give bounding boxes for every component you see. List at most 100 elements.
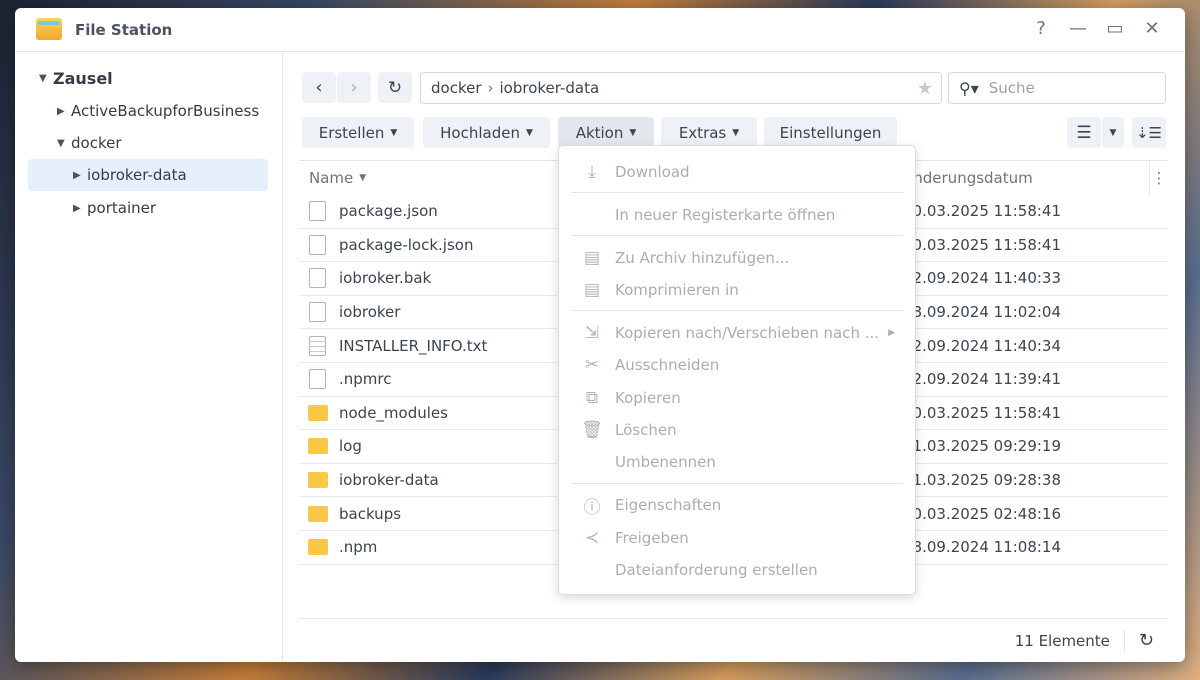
file-name: backups [339, 504, 402, 523]
share-icon: ≺ [584, 528, 600, 548]
tree-label: ActiveBackupforBusiness [71, 102, 260, 120]
menu-item-download[interactable]: ⤓ Download [559, 156, 915, 188]
folder-icon [308, 404, 328, 421]
menu-item-copy-move-to[interactable]: ⇲ Kopieren nach/Verschieben nach ... ▶ [559, 317, 915, 349]
menu-item-copy[interactable]: ⧉ Kopieren [559, 382, 915, 414]
menu-item-label: In neuer Registerkarte öffnen [615, 206, 836, 224]
folder-icon [308, 472, 328, 489]
menu-item-delete[interactable]: 🗑 Löschen [559, 414, 915, 446]
file-icon [309, 201, 326, 222]
window-title: File Station [75, 21, 173, 39]
expanded-caret-icon[interactable]: ▼ [57, 138, 71, 149]
tree-label: Zausel [53, 68, 113, 88]
close-button[interactable]: ✕ [1140, 18, 1164, 39]
tree-item-iobroker-data[interactable]: ▶ iobroker-data [28, 159, 268, 191]
breadcrumb-docker[interactable]: docker [431, 79, 482, 97]
back-button[interactable]: ‹ [302, 72, 336, 103]
collapsed-caret-icon[interactable]: ▶ [73, 170, 87, 181]
menu-item-label: Eigenschaften [615, 496, 722, 514]
menu-item-properties[interactable]: ⓘ Eigenschaften [559, 489, 915, 521]
menu-separator [571, 310, 903, 311]
file-station-icon [36, 18, 62, 40]
create-button[interactable]: Erstellen ▼ [302, 117, 414, 148]
file-icon [309, 302, 326, 323]
sort-caret-icon: ▼ [359, 173, 367, 183]
list-view-button[interactable]: ☰ [1067, 117, 1101, 148]
extras-button[interactable]: Extras ▼ [661, 117, 757, 148]
file-date: 12.09.2024 11:40:33 [903, 269, 1062, 288]
file-icon [309, 234, 326, 255]
menu-item-cut[interactable]: ✂ Ausschneiden [559, 349, 915, 381]
sort-button[interactable]: ⇣☰ [1132, 117, 1166, 148]
file-name: package.json [339, 202, 438, 221]
search-input[interactable]: ⚲▾ Suche [948, 72, 1166, 104]
header-label: Änderungsdatum [903, 169, 1033, 187]
menu-item-compress-to[interactable]: ▤ Komprimieren in [559, 274, 915, 306]
folder-icon [308, 438, 328, 455]
file-date: 12.09.2024 11:39:41 [903, 370, 1062, 389]
column-header-name[interactable]: Name ▼ [309, 161, 366, 195]
collapsed-caret-icon[interactable]: ▶ [73, 203, 87, 214]
path-bar[interactable]: docker › iobroker-data ★ [420, 72, 942, 104]
search-placeholder: Suche [988, 79, 1035, 97]
text-file-icon [309, 335, 326, 356]
menu-item-label: Löschen [615, 421, 677, 439]
menu-item-label: Kopieren [615, 389, 681, 407]
caret-down-icon: ▼ [732, 127, 740, 138]
header-label: Name [309, 169, 354, 187]
caret-down-icon: ▼ [525, 127, 533, 138]
search-icon[interactable]: ⚲▾ [959, 79, 979, 98]
tree-item-portainer[interactable]: ▶ portainer [73, 192, 156, 224]
file-name: INSTALLER_INFO.txt [339, 336, 488, 355]
item-count: 11 Elemente [1014, 631, 1110, 650]
menu-item-label: Umbenennen [615, 453, 716, 471]
upload-button[interactable]: Hochladen ▼ [423, 117, 550, 148]
menu-item-create-file-request[interactable]: Dateianforderung erstellen [559, 554, 915, 586]
divider [1123, 629, 1125, 652]
favorite-star-icon[interactable]: ★ [917, 78, 933, 99]
maximize-button[interactable]: ▭ [1103, 18, 1127, 39]
file-name: log [339, 437, 362, 456]
breadcrumb-separator-icon: › [487, 79, 494, 97]
help-button[interactable]: ? [1029, 18, 1053, 39]
refresh-icon[interactable]: ↻ [1139, 630, 1154, 651]
file-date: 18.09.2024 11:08:14 [903, 538, 1062, 557]
submenu-arrow-icon: ▶ [888, 328, 895, 338]
button-label: Einstellungen [779, 123, 882, 142]
forward-button[interactable]: › [337, 72, 371, 103]
menu-item-label: Zu Archiv hinzufügen... [615, 249, 790, 267]
refresh-button[interactable]: ↻ [378, 72, 412, 103]
file-name: iobroker [339, 303, 401, 322]
menu-item-open-new-tab[interactable]: In neuer Registerkarte öffnen [559, 199, 915, 231]
minimize-button[interactable]: — [1066, 18, 1090, 39]
file-date: 31.03.2025 09:28:38 [903, 471, 1062, 490]
settings-button[interactable]: Einstellungen [764, 117, 897, 148]
scissors-icon: ✂ [584, 355, 600, 375]
file-icon [309, 369, 326, 390]
view-dropdown-button[interactable]: ▼ [1102, 117, 1124, 148]
action-button[interactable]: Aktion ▼ [558, 117, 654, 148]
column-header-date[interactable]: Änderungsdatum [903, 161, 1033, 195]
expanded-caret-icon[interactable]: ▼ [39, 73, 53, 84]
file-name: .npmrc [339, 370, 392, 389]
column-options-icon[interactable]: ⋮ [1149, 161, 1168, 195]
tree-item-activebackup[interactable]: ▶ ActiveBackupforBusiness [57, 95, 259, 127]
breadcrumb-iobroker-data[interactable]: iobroker-data [500, 79, 600, 97]
copy-move-icon: ⇲ [584, 323, 600, 343]
file-name: .npm [339, 538, 378, 557]
collapsed-caret-icon[interactable]: ▶ [57, 106, 71, 117]
file-name: iobroker.bak [339, 269, 432, 288]
download-icon: ⤓ [588, 162, 596, 182]
file-date: 30.03.2025 11:58:41 [903, 202, 1062, 221]
file-date: 18.09.2024 11:02:04 [903, 303, 1062, 322]
tree-item-docker[interactable]: ▼ docker [57, 127, 122, 159]
menu-separator [571, 192, 903, 193]
tree-root-zausel[interactable]: ▼ Zausel [39, 62, 113, 94]
button-label: Extras [678, 123, 727, 142]
menu-item-label: Download [615, 163, 690, 181]
folder-tree: ▼ Zausel ▶ ActiveBackupforBusiness ▼ docker… [15, 53, 283, 662]
menu-item-share[interactable]: ≺ Freigeben [559, 522, 915, 554]
menu-item-label: Freigeben [615, 529, 689, 547]
menu-item-rename[interactable]: Umbenennen [559, 446, 915, 478]
menu-item-add-to-archive[interactable]: ▤ Zu Archiv hinzufügen... [559, 242, 915, 274]
